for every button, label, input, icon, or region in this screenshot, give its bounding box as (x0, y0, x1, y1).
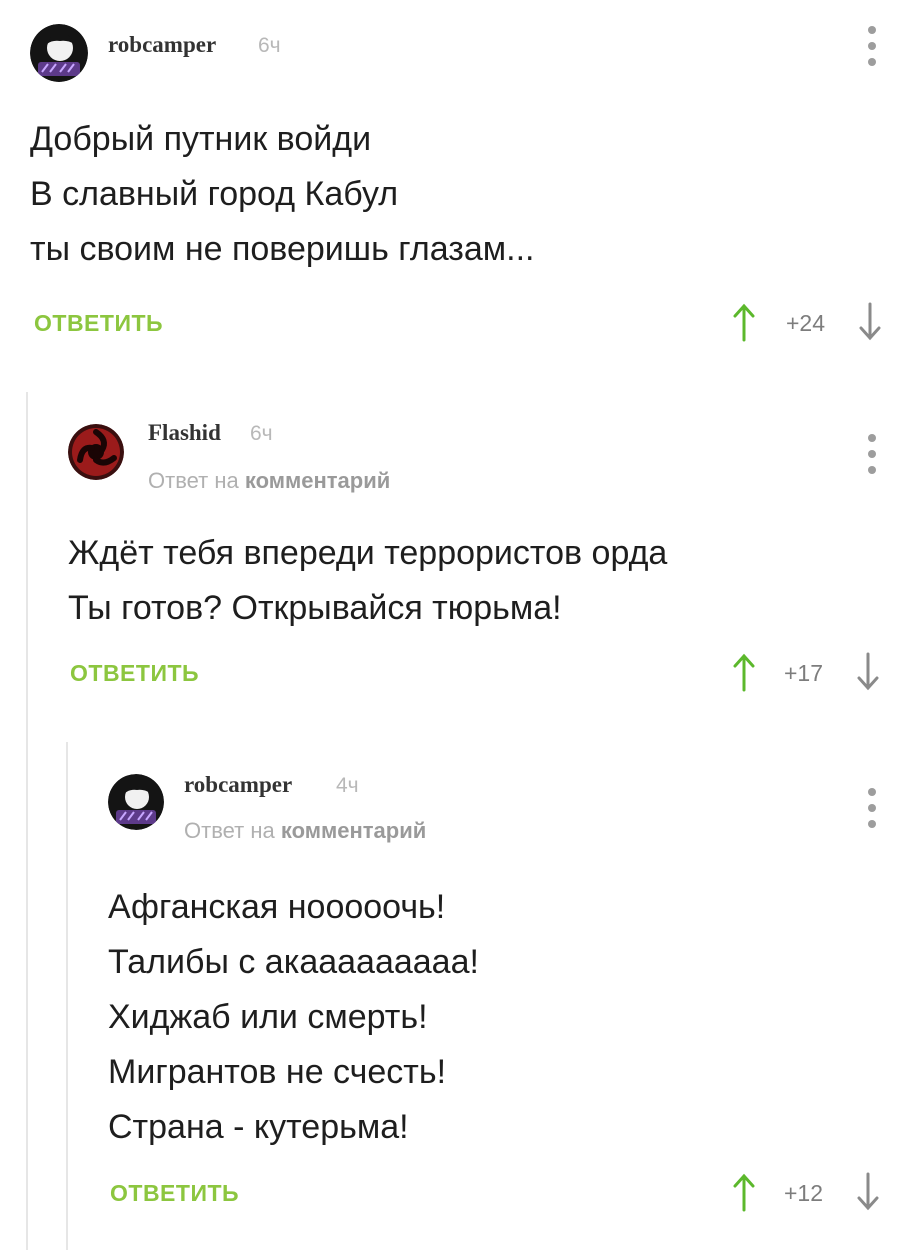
comment-line: Ждёт тебя впереди террористов орда (68, 534, 668, 572)
thread-line-level-2 (66, 742, 68, 1250)
reply-to-prefix: Ответ на (148, 468, 239, 493)
reply-to-link[interactable]: Ответ на комментарий (184, 818, 426, 844)
comment-time: 6ч (250, 422, 273, 445)
reply-to-prefix: Ответ на (184, 818, 275, 843)
comment-line: Ты готов? Открывайся тюрьма! (68, 589, 562, 627)
comment-author[interactable]: Flashid (148, 420, 221, 446)
comment-line: ты своим не поверишь глазам... (30, 230, 535, 268)
comment-body: Добрый путник войди В славный город Кабу… (30, 112, 534, 277)
comment-author[interactable]: robcamper (108, 32, 216, 58)
avatar-robcamper-icon[interactable] (30, 24, 88, 82)
arrow-down-icon[interactable] (858, 302, 882, 342)
reply-to-target[interactable]: комментарий (245, 468, 390, 493)
reply-to-link[interactable]: Ответ на комментарий (148, 468, 390, 494)
more-vertical-icon[interactable] (867, 788, 877, 828)
arrow-down-icon[interactable] (856, 1172, 880, 1212)
vote-score: +24 (786, 310, 826, 336)
comment-line: Добрый путник войди (30, 120, 372, 158)
comment-reply-level-1: Flashid 6ч Ответ на комментарий Ждёт теб… (68, 412, 890, 702)
comment-reply-level-2: robcamper 4ч Ответ на комментарий Афганс… (108, 764, 890, 1224)
vote-controls: +12 (730, 1172, 890, 1212)
reply-button[interactable]: ОТВЕТИТЬ (70, 660, 199, 687)
comment-line: Мигрантов не счесть! (108, 1053, 447, 1091)
comment-body: Ждёт тебя впереди террористов орда Ты го… (68, 526, 667, 636)
vote-score: +17 (784, 660, 824, 686)
vote-controls: +17 (730, 652, 890, 692)
comment-root: robcamper 6ч Добрый путник войди В славн… (30, 16, 890, 356)
more-vertical-icon[interactable] (867, 434, 877, 474)
vote-controls: +24 (730, 302, 890, 342)
avatar-flashid-icon[interactable] (68, 424, 124, 480)
arrow-up-icon[interactable] (732, 1172, 756, 1212)
arrow-up-icon[interactable] (732, 652, 756, 692)
arrow-up-icon[interactable] (732, 302, 756, 342)
comment-body: Афганская нооооочь! Талибы с акааааааааа… (108, 880, 479, 1155)
comment-author[interactable]: robcamper (184, 772, 292, 798)
avatar-robcamper-icon[interactable] (108, 774, 164, 830)
comment-line: Талибы с акааааааааа! (108, 943, 479, 981)
comment-line: В славный город Кабул (30, 175, 399, 213)
comment-line: Афганская нооооочь! (108, 888, 446, 926)
comment-time: 6ч (258, 34, 281, 57)
reply-button[interactable]: ОТВЕТИТЬ (34, 310, 163, 337)
comment-time: 4ч (336, 774, 359, 797)
comment-line: Хиджаб или смерть! (108, 998, 428, 1036)
vote-score: +12 (784, 1180, 824, 1206)
more-vertical-icon[interactable] (867, 26, 877, 66)
reply-button[interactable]: ОТВЕТИТЬ (110, 1180, 239, 1207)
reply-to-target[interactable]: комментарий (281, 818, 426, 843)
thread-line-level-1 (26, 392, 28, 1250)
arrow-down-icon[interactable] (856, 652, 880, 692)
comment-line: Страна - кутерьма! (108, 1108, 409, 1146)
